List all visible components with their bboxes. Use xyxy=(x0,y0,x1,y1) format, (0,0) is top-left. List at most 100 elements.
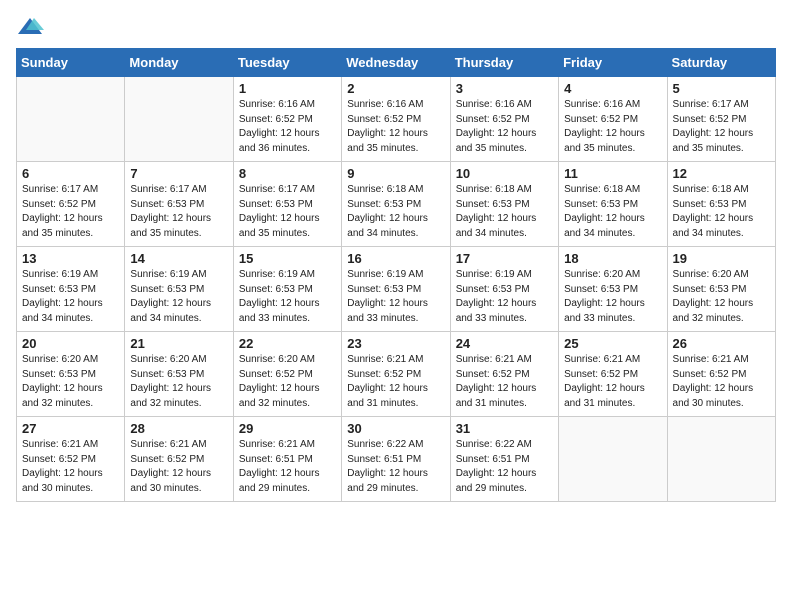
day-info: Sunrise: 6:21 AM Sunset: 6:52 PM Dayligh… xyxy=(22,438,119,496)
calendar-cell xyxy=(559,417,667,502)
calendar-cell: 28 Sunrise: 6:21 AM Sunset: 6:52 PM Dayli… xyxy=(125,417,233,502)
calendar-cell: 9 Sunrise: 6:18 AM Sunset: 6:53 PM Daylig… xyxy=(342,162,450,247)
calendar-week-row: 27 Sunrise: 6:21 AM Sunset: 6:52 PM Dayli… xyxy=(17,417,776,502)
day-info: Sunrise: 6:18 AM Sunset: 6:53 PM Dayligh… xyxy=(456,183,553,241)
calendar-cell xyxy=(125,77,233,162)
day-info: Sunrise: 6:21 AM Sunset: 6:52 PM Dayligh… xyxy=(564,353,661,411)
day-number: 11 xyxy=(564,166,661,181)
day-number: 23 xyxy=(347,336,444,351)
calendar-cell xyxy=(17,77,125,162)
calendar-header-row: SundayMondayTuesdayWednesdayThursdayFrid… xyxy=(17,49,776,77)
calendar-header-saturday: Saturday xyxy=(667,49,775,77)
day-info: Sunrise: 6:20 AM Sunset: 6:53 PM Dayligh… xyxy=(22,353,119,411)
day-number: 12 xyxy=(673,166,770,181)
day-info: Sunrise: 6:20 AM Sunset: 6:53 PM Dayligh… xyxy=(673,268,770,326)
day-info: Sunrise: 6:16 AM Sunset: 6:52 PM Dayligh… xyxy=(456,98,553,156)
calendar-cell: 30 Sunrise: 6:22 AM Sunset: 6:51 PM Dayli… xyxy=(342,417,450,502)
calendar-cell: 24Sunrise: 6:21 AM Sunset: 6:52 PM Dayli… xyxy=(450,332,558,417)
day-number: 24 xyxy=(456,336,553,351)
calendar-header-sunday: Sunday xyxy=(17,49,125,77)
logo xyxy=(16,16,48,38)
day-number: 21 xyxy=(130,336,227,351)
day-number: 25 xyxy=(564,336,661,351)
day-info: Sunrise: 6:17 AM Sunset: 6:52 PM Dayligh… xyxy=(22,183,119,241)
calendar-cell: 21 Sunrise: 6:20 AM Sunset: 6:53 PM Dayli… xyxy=(125,332,233,417)
calendar-cell: 31 Sunrise: 6:22 AM Sunset: 6:51 PM Dayli… xyxy=(450,417,558,502)
day-number: 17 xyxy=(456,251,553,266)
day-info: Sunrise: 6:22 AM Sunset: 6:51 PM Dayligh… xyxy=(347,438,444,496)
calendar-week-row: 1 Sunrise: 6:16 AM Sunset: 6:52 PM Daylig… xyxy=(17,77,776,162)
calendar-cell: 2 Sunrise: 6:16 AM Sunset: 6:52 PM Daylig… xyxy=(342,77,450,162)
day-info: Sunrise: 6:16 AM Sunset: 6:52 PM Dayligh… xyxy=(564,98,661,156)
calendar-cell: 20 Sunrise: 6:20 AM Sunset: 6:53 PM Dayli… xyxy=(17,332,125,417)
day-info: Sunrise: 6:21 AM Sunset: 6:52 PM Dayligh… xyxy=(673,353,770,411)
calendar-cell: 19 Sunrise: 6:20 AM Sunset: 6:53 PM Dayli… xyxy=(667,247,775,332)
day-info: Sunrise: 6:19 AM Sunset: 6:53 PM Dayligh… xyxy=(347,268,444,326)
calendar-cell: 27 Sunrise: 6:21 AM Sunset: 6:52 PM Dayli… xyxy=(17,417,125,502)
calendar-cell: 7 Sunrise: 6:17 AM Sunset: 6:53 PM Daylig… xyxy=(125,162,233,247)
day-info: Sunrise: 6:18 AM Sunset: 6:53 PM Dayligh… xyxy=(673,183,770,241)
day-number: 5 xyxy=(673,81,770,96)
day-info: Sunrise: 6:19 AM Sunset: 6:53 PM Dayligh… xyxy=(456,268,553,326)
calendar-header-wednesday: Wednesday xyxy=(342,49,450,77)
day-info: Sunrise: 6:17 AM Sunset: 6:53 PM Dayligh… xyxy=(130,183,227,241)
day-number: 7 xyxy=(130,166,227,181)
day-number: 31 xyxy=(456,421,553,436)
calendar-cell xyxy=(667,417,775,502)
day-number: 18 xyxy=(564,251,661,266)
calendar-cell: 22Sunrise: 6:20 AM Sunset: 6:52 PM Dayli… xyxy=(233,332,341,417)
day-info: Sunrise: 6:19 AM Sunset: 6:53 PM Dayligh… xyxy=(22,268,119,326)
day-info: Sunrise: 6:21 AM Sunset: 6:51 PM Dayligh… xyxy=(239,438,336,496)
calendar-cell: 25 Sunrise: 6:21 AM Sunset: 6:52 PM Dayli… xyxy=(559,332,667,417)
day-number: 29 xyxy=(239,421,336,436)
calendar-cell: 17 Sunrise: 6:19 AM Sunset: 6:53 PM Dayli… xyxy=(450,247,558,332)
calendar-cell: 4 Sunrise: 6:16 AM Sunset: 6:52 PM Daylig… xyxy=(559,77,667,162)
day-info: Sunrise: 6:16 AM Sunset: 6:52 PM Dayligh… xyxy=(239,98,336,156)
day-info: Sunrise: 6:17 AM Sunset: 6:53 PM Dayligh… xyxy=(239,183,336,241)
calendar-header-friday: Friday xyxy=(559,49,667,77)
day-info: Sunrise: 6:20 AM Sunset: 6:53 PM Dayligh… xyxy=(130,353,227,411)
day-number: 4 xyxy=(564,81,661,96)
day-number: 30 xyxy=(347,421,444,436)
day-info: Sunrise: 6:17 AM Sunset: 6:52 PM Dayligh… xyxy=(673,98,770,156)
calendar-cell: 12 Sunrise: 6:18 AM Sunset: 6:53 PM Dayli… xyxy=(667,162,775,247)
day-number: 6 xyxy=(22,166,119,181)
day-info: Sunrise: 6:21 AM Sunset: 6:52 PM Dayligh… xyxy=(130,438,227,496)
day-number: 2 xyxy=(347,81,444,96)
calendar-table: SundayMondayTuesdayWednesdayThursdayFrid… xyxy=(16,48,776,502)
day-number: 9 xyxy=(347,166,444,181)
day-info: Sunrise: 6:20 AM Sunset: 6:52 PM Dayligh… xyxy=(239,353,336,411)
day-number: 26 xyxy=(673,336,770,351)
day-number: 28 xyxy=(130,421,227,436)
day-number: 3 xyxy=(456,81,553,96)
day-number: 8 xyxy=(239,166,336,181)
calendar-cell: 26 Sunrise: 6:21 AM Sunset: 6:52 PM Dayli… xyxy=(667,332,775,417)
calendar-cell: 23 Sunrise: 6:21 AM Sunset: 6:52 PM Dayli… xyxy=(342,332,450,417)
day-info: Sunrise: 6:19 AM Sunset: 6:53 PM Dayligh… xyxy=(239,268,336,326)
day-number: 27 xyxy=(22,421,119,436)
calendar-cell: 16 Sunrise: 6:19 AM Sunset: 6:53 PM Dayli… xyxy=(342,247,450,332)
calendar-header-monday: Monday xyxy=(125,49,233,77)
day-info: Sunrise: 6:16 AM Sunset: 6:52 PM Dayligh… xyxy=(347,98,444,156)
day-info: Sunrise: 6:18 AM Sunset: 6:53 PM Dayligh… xyxy=(347,183,444,241)
day-info: Sunrise: 6:21 AM Sunset: 6:52 PM Dayligh… xyxy=(347,353,444,411)
calendar-cell: 14Sunrise: 6:19 AM Sunset: 6:53 PM Dayli… xyxy=(125,247,233,332)
day-number: 10 xyxy=(456,166,553,181)
day-info: Sunrise: 6:18 AM Sunset: 6:53 PM Dayligh… xyxy=(564,183,661,241)
day-number: 16 xyxy=(347,251,444,266)
day-number: 19 xyxy=(673,251,770,266)
calendar-week-row: 13 Sunrise: 6:19 AM Sunset: 6:53 PM Dayli… xyxy=(17,247,776,332)
calendar-cell: 1 Sunrise: 6:16 AM Sunset: 6:52 PM Daylig… xyxy=(233,77,341,162)
day-number: 14 xyxy=(130,251,227,266)
calendar-cell: 18 Sunrise: 6:20 AM Sunset: 6:53 PM Dayli… xyxy=(559,247,667,332)
day-number: 20 xyxy=(22,336,119,351)
day-number: 15 xyxy=(239,251,336,266)
day-number: 1 xyxy=(239,81,336,96)
calendar-cell: 13 Sunrise: 6:19 AM Sunset: 6:53 PM Dayli… xyxy=(17,247,125,332)
day-info: Sunrise: 6:22 AM Sunset: 6:51 PM Dayligh… xyxy=(456,438,553,496)
calendar-cell: 11 Sunrise: 6:18 AM Sunset: 6:53 PM Dayli… xyxy=(559,162,667,247)
calendar-cell: 5 Sunrise: 6:17 AM Sunset: 6:52 PM Daylig… xyxy=(667,77,775,162)
day-info: Sunrise: 6:20 AM Sunset: 6:53 PM Dayligh… xyxy=(564,268,661,326)
calendar-week-row: 6 Sunrise: 6:17 AM Sunset: 6:52 PM Daylig… xyxy=(17,162,776,247)
day-number: 13 xyxy=(22,251,119,266)
